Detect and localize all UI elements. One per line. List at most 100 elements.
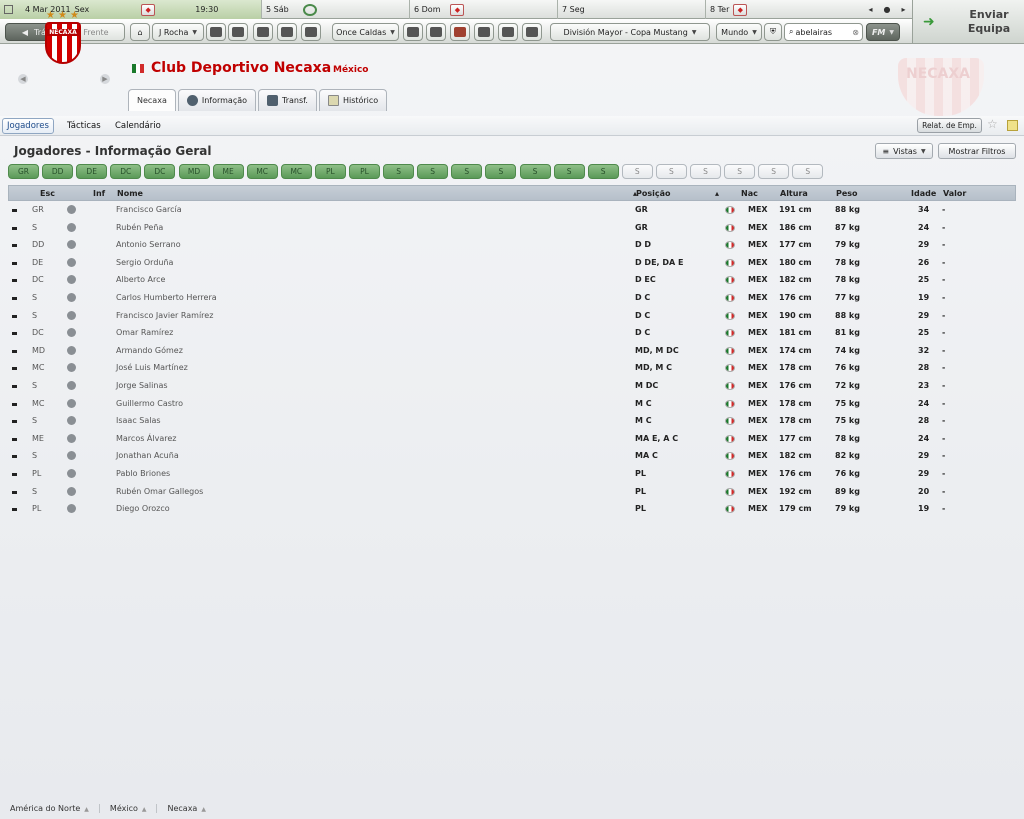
- header-peso[interactable]: Peso: [836, 189, 858, 198]
- cell-nome[interactable]: Antonio Serrano: [116, 240, 181, 249]
- info-dropdown-icon[interactable]: [67, 205, 76, 214]
- info-dropdown-icon[interactable]: [67, 292, 76, 302]
- today-dot-icon[interactable]: ●: [883, 5, 890, 14]
- cell-nome[interactable]: Omar Ramírez: [116, 328, 173, 337]
- position-chip[interactable]: S: [451, 164, 483, 179]
- info-dropdown-icon[interactable]: [67, 345, 76, 355]
- tab-transf[interactable]: Transf.: [258, 89, 317, 111]
- info-dropdown-icon[interactable]: [67, 433, 76, 443]
- prev-arrow-icon[interactable]: ◂: [868, 5, 872, 14]
- position-chip[interactable]: MC: [280, 164, 312, 179]
- position-chip[interactable]: S: [587, 164, 619, 179]
- info-dropdown-icon[interactable]: [67, 222, 76, 232]
- shield-button[interactable]: ⛨: [764, 23, 782, 41]
- manager-profile-button[interactable]: [277, 23, 297, 41]
- info-dropdown-icon[interactable]: [67, 310, 76, 320]
- cell-nome[interactable]: Rubén Peña: [116, 223, 163, 232]
- cell-nac[interactable]: MEX: [748, 293, 768, 302]
- info-dropdown-icon[interactable]: [67, 398, 76, 408]
- home-button[interactable]: ⌂: [130, 23, 150, 41]
- position-chip[interactable]: S: [758, 164, 790, 179]
- info-dropdown-icon[interactable]: [67, 257, 76, 267]
- position-chip[interactable]: S: [621, 164, 653, 179]
- cell-nome[interactable]: Jorge Salinas: [116, 381, 168, 390]
- subnav-jogadores[interactable]: Jogadores: [2, 118, 54, 134]
- table-row[interactable]: MC Guillermo Castro M C MEX 178 cm 75 kg 24 -: [8, 395, 1016, 413]
- header-posicao[interactable]: Posição: [636, 189, 671, 198]
- cell-nac[interactable]: MEX: [748, 381, 768, 390]
- table-row[interactable]: DC Alberto Arce D EC MEX 182 cm 78 kg 25 -: [8, 271, 1016, 289]
- subnav-calendario[interactable]: Calendário: [111, 118, 165, 134]
- day-today[interactable]: 4 Mar 2011 Sex ◆ 19:30: [0, 0, 262, 19]
- competition-menu[interactable]: División Mayor - Copa Mustang ▼: [550, 23, 710, 41]
- header-inf[interactable]: Inf: [93, 189, 105, 198]
- cell-nome[interactable]: Diego Orozco: [116, 504, 170, 513]
- cell-nac[interactable]: MEX: [748, 311, 768, 320]
- scouting-button[interactable]: [474, 23, 494, 41]
- cell-nome[interactable]: Sergio Orduña: [116, 258, 173, 267]
- cell-nac[interactable]: MEX: [748, 504, 768, 513]
- cell-nome[interactable]: Jonathan Acuña: [116, 451, 179, 460]
- fm-menu[interactable]: FM ▼: [866, 23, 900, 41]
- table-row[interactable]: S Francisco Javier Ramírez D C MEX 190 cm 88 …: [8, 307, 1016, 325]
- table-row[interactable]: S Rubén Omar Gallegos PL MEX 192 cm 89 kg 20 -: [8, 483, 1016, 501]
- position-chip[interactable]: S: [417, 164, 449, 179]
- manager-menu[interactable]: J Rocha ▼: [152, 23, 204, 41]
- clear-search-icon[interactable]: ⊗: [852, 28, 859, 37]
- cell-nac[interactable]: MEX: [748, 258, 768, 267]
- cell-nome[interactable]: Francisco García: [116, 205, 182, 214]
- briefcase-button[interactable]: [253, 23, 273, 41]
- header-esc[interactable]: Esc: [40, 189, 55, 198]
- position-chip[interactable]: PL: [349, 164, 380, 179]
- cell-nac[interactable]: MEX: [748, 205, 768, 214]
- position-chip[interactable]: S: [655, 164, 687, 179]
- table-row[interactable]: DE Sergio Orduña D DE, DA E MEX 180 cm 78 kg 2…: [8, 254, 1016, 272]
- position-chip[interactable]: DE: [76, 164, 108, 179]
- cell-nac[interactable]: MEX: [748, 451, 768, 460]
- cell-nac[interactable]: MEX: [748, 469, 768, 478]
- breadcrumb-club[interactable]: Necaxa ▲: [157, 804, 215, 813]
- inbox-button[interactable]: [206, 23, 226, 41]
- info-dropdown-icon[interactable]: [67, 328, 76, 338]
- header-nac[interactable]: Nac: [741, 189, 758, 198]
- cell-nac[interactable]: MEX: [748, 328, 768, 337]
- position-chip[interactable]: S: [690, 164, 721, 179]
- table-row[interactable]: GR Francisco García GR MEX 191 cm 88 kg 34 -: [8, 201, 1016, 219]
- position-chip[interactable]: S: [485, 164, 517, 179]
- cell-nac[interactable]: MEX: [748, 346, 768, 355]
- info-dropdown-icon[interactable]: [67, 416, 76, 426]
- cell-nac[interactable]: MEX: [748, 275, 768, 284]
- show-filters-button[interactable]: Mostrar Filtros: [938, 143, 1016, 159]
- cell-nome[interactable]: Francisco Javier Ramírez: [116, 311, 213, 320]
- position-chip[interactable]: DC: [144, 164, 176, 179]
- table-row[interactable]: DD Antonio Serrano D D MEX 177 cm 79 kg 29 -: [8, 236, 1016, 254]
- position-chip[interactable]: S: [383, 164, 415, 179]
- day-6[interactable]: 6 Dom ◆: [410, 0, 558, 19]
- day-8[interactable]: 8 Ter ◆: [706, 0, 862, 19]
- table-row[interactable]: S Jorge Salinas M DC MEX 176 cm 72 kg 23 -: [8, 377, 1016, 395]
- breadcrumb-country[interactable]: México ▲: [100, 804, 158, 813]
- cell-nome[interactable]: Carlos Humberto Herrera: [116, 293, 217, 302]
- info-dropdown-icon[interactable]: [67, 380, 76, 390]
- continue-button[interactable]: ➜ Enviar Equipa: [912, 0, 1024, 44]
- cell-nome[interactable]: Alberto Arce: [116, 275, 165, 284]
- club-country[interactable]: México: [333, 65, 368, 75]
- table-row[interactable]: PL Pablo Briones PL MEX 176 cm 76 kg 29 -: [8, 465, 1016, 483]
- position-chip[interactable]: ME: [212, 164, 244, 179]
- cell-nac[interactable]: MEX: [748, 399, 768, 408]
- subnav-tacticas[interactable]: Tácticas: [63, 118, 105, 134]
- position-chip[interactable]: S: [724, 164, 756, 179]
- cell-nome[interactable]: Pablo Briones: [116, 469, 170, 478]
- position-chip[interactable]: S: [519, 164, 551, 179]
- table-row[interactable]: DC Omar Ramírez D C MEX 181 cm 81 kg 25 -: [8, 324, 1016, 342]
- position-chip[interactable]: MC: [246, 164, 278, 179]
- header-valor[interactable]: Valor: [943, 189, 966, 198]
- squad-button[interactable]: [403, 23, 423, 41]
- header-nome[interactable]: Nome: [117, 189, 143, 198]
- position-chip[interactable]: GR: [8, 164, 39, 179]
- header-altura[interactable]: Altura: [780, 189, 808, 198]
- info-dropdown-icon[interactable]: [67, 486, 76, 496]
- table-row[interactable]: S Carlos Humberto Herrera D C MEX 176 cm 77 k…: [8, 289, 1016, 307]
- info-dropdown-icon[interactable]: [67, 451, 76, 461]
- table-row[interactable]: MD Armando Gómez MD, M DC MEX 174 cm 74 kg 32 -: [8, 342, 1016, 360]
